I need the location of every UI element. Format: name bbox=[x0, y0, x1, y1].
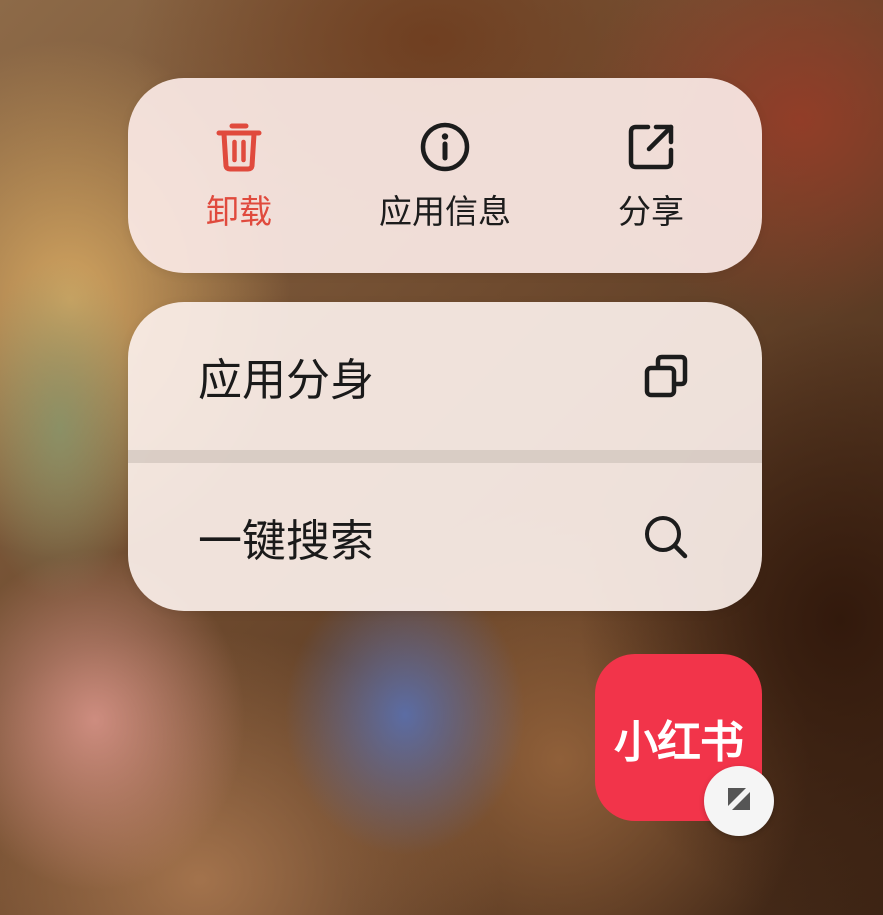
share-label: 分享 bbox=[618, 192, 684, 231]
uninstall-label: 卸载 bbox=[206, 192, 272, 231]
menu-item-one-click-search[interactable]: 一键搜索 bbox=[128, 463, 762, 611]
menu-item-label: 一键搜索 bbox=[198, 516, 374, 567]
resize-badge[interactable] bbox=[704, 766, 774, 836]
context-menu-list: 应用分身 一键搜索 bbox=[128, 302, 762, 611]
share-button[interactable]: 分享 bbox=[578, 78, 724, 273]
quick-actions-panel: 卸载 应用信息 分享 bbox=[128, 78, 762, 273]
info-icon bbox=[418, 120, 472, 174]
app-info-button[interactable]: 应用信息 bbox=[348, 78, 542, 273]
resize-icon bbox=[724, 784, 754, 818]
uninstall-button[interactable]: 卸载 bbox=[166, 78, 312, 273]
clone-icon bbox=[640, 350, 692, 402]
menu-item-app-clone[interactable]: 应用分身 bbox=[128, 302, 762, 450]
share-icon bbox=[624, 120, 678, 174]
trash-icon bbox=[212, 120, 266, 174]
menu-item-label: 应用分身 bbox=[198, 355, 374, 406]
app-name-logo: 小红书 bbox=[614, 716, 744, 768]
app-info-label: 应用信息 bbox=[379, 192, 511, 231]
menu-divider bbox=[128, 450, 762, 463]
search-icon bbox=[640, 511, 692, 563]
